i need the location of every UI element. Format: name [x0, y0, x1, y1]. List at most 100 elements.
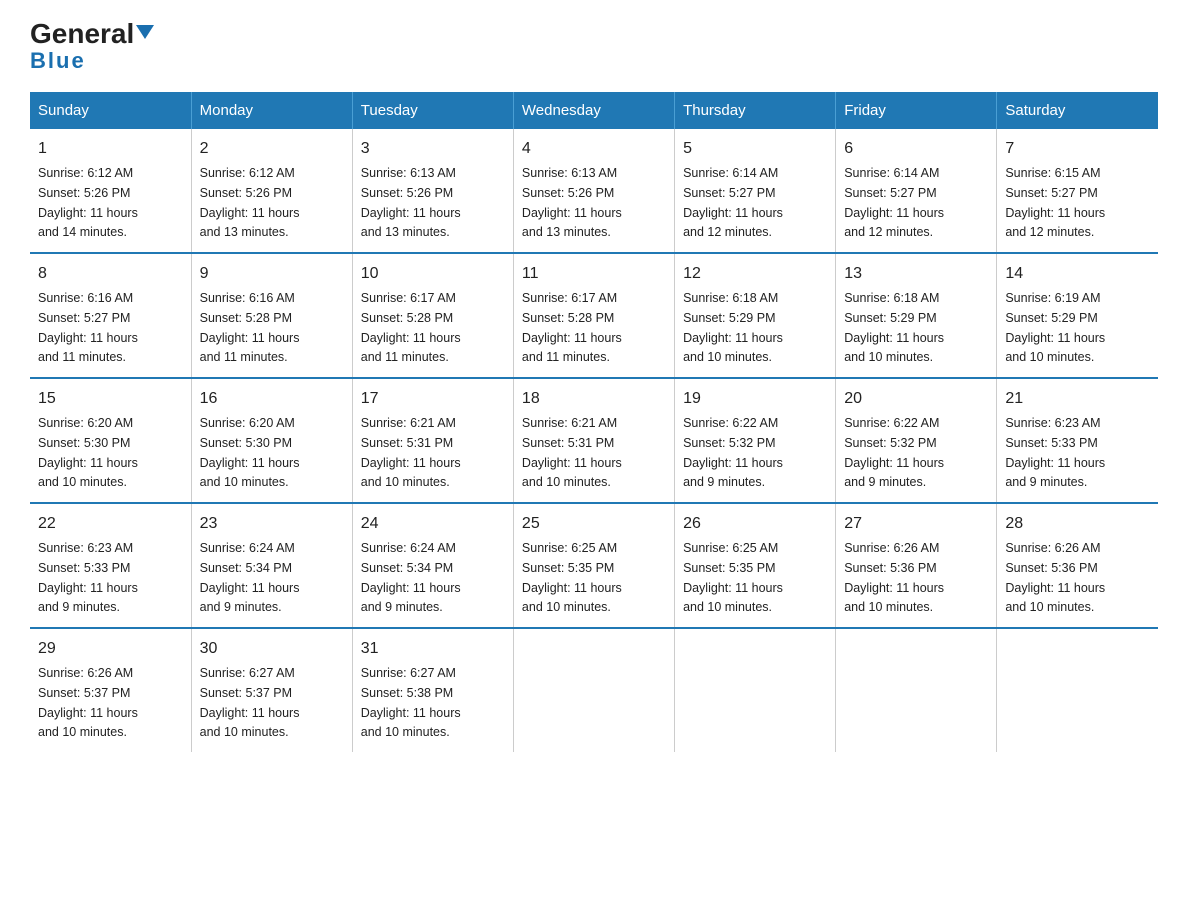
- logo-triangle-icon: [136, 25, 154, 39]
- day-number: 13: [844, 262, 988, 286]
- day-info: Sunrise: 6:13 AMSunset: 5:26 PMDaylight:…: [361, 166, 461, 239]
- day-number: 7: [1005, 137, 1150, 161]
- day-info: Sunrise: 6:16 AMSunset: 5:27 PMDaylight:…: [38, 291, 138, 364]
- calendar-cell: 21 Sunrise: 6:23 AMSunset: 5:33 PMDayligh…: [997, 378, 1158, 503]
- day-info: Sunrise: 6:18 AMSunset: 5:29 PMDaylight:…: [683, 291, 783, 364]
- calendar-cell: 6 Sunrise: 6:14 AMSunset: 5:27 PMDaylight…: [836, 129, 997, 253]
- day-number: 9: [200, 262, 344, 286]
- day-info: Sunrise: 6:27 AMSunset: 5:37 PMDaylight:…: [200, 666, 300, 739]
- calendar-cell: [513, 628, 674, 752]
- calendar-cell: 22 Sunrise: 6:23 AMSunset: 5:33 PMDayligh…: [30, 503, 191, 628]
- calendar-cell: 23 Sunrise: 6:24 AMSunset: 5:34 PMDayligh…: [191, 503, 352, 628]
- calendar-table: SundayMondayTuesdayWednesdayThursdayFrid…: [30, 92, 1158, 752]
- day-info: Sunrise: 6:19 AMSunset: 5:29 PMDaylight:…: [1005, 291, 1105, 364]
- day-number: 19: [683, 387, 827, 411]
- calendar-cell: 26Sunrise: 6:25 AMSunset: 5:35 PMDayligh…: [675, 503, 836, 628]
- day-info: Sunrise: 6:17 AMSunset: 5:28 PMDaylight:…: [361, 291, 461, 364]
- day-number: 16: [200, 387, 344, 411]
- day-info: Sunrise: 6:22 AMSunset: 5:32 PMDaylight:…: [844, 416, 944, 489]
- day-info: Sunrise: 6:15 AMSunset: 5:27 PMDaylight:…: [1005, 166, 1105, 239]
- day-number: 21: [1005, 387, 1150, 411]
- day-number: 17: [361, 387, 505, 411]
- day-info: Sunrise: 6:12 AMSunset: 5:26 PMDaylight:…: [200, 166, 300, 239]
- day-info: Sunrise: 6:12 AMSunset: 5:26 PMDaylight:…: [38, 166, 138, 239]
- calendar-cell: [836, 628, 997, 752]
- calendar-cell: 17Sunrise: 6:21 AMSunset: 5:31 PMDayligh…: [352, 378, 513, 503]
- day-info: Sunrise: 6:14 AMSunset: 5:27 PMDaylight:…: [683, 166, 783, 239]
- calendar-cell: 16 Sunrise: 6:20 AMSunset: 5:30 PMDayligh…: [191, 378, 352, 503]
- calendar-cell: 25 Sunrise: 6:25 AMSunset: 5:35 PMDayligh…: [513, 503, 674, 628]
- day-info: Sunrise: 6:20 AMSunset: 5:30 PMDaylight:…: [38, 416, 138, 489]
- day-info: Sunrise: 6:26 AMSunset: 5:37 PMDaylight:…: [38, 666, 138, 739]
- day-info: Sunrise: 6:22 AMSunset: 5:32 PMDaylight:…: [683, 416, 783, 489]
- calendar-cell: 5 Sunrise: 6:14 AMSunset: 5:27 PMDaylight…: [675, 129, 836, 253]
- day-number: 5: [683, 137, 827, 161]
- calendar-week-row: 22 Sunrise: 6:23 AMSunset: 5:33 PMDayligh…: [30, 503, 1158, 628]
- day-number: 31: [361, 637, 505, 661]
- calendar-cell: 10 Sunrise: 6:17 AMSunset: 5:28 PMDayligh…: [352, 253, 513, 378]
- day-info: Sunrise: 6:26 AMSunset: 5:36 PMDaylight:…: [844, 541, 944, 614]
- calendar-cell: 9 Sunrise: 6:16 AMSunset: 5:28 PMDaylight…: [191, 253, 352, 378]
- calendar-cell: 30 Sunrise: 6:27 AMSunset: 5:37 PMDayligh…: [191, 628, 352, 752]
- day-number: 22: [38, 512, 183, 536]
- day-number: 29: [38, 637, 183, 661]
- header-sunday: Sunday: [30, 92, 191, 129]
- day-number: 24: [361, 512, 505, 536]
- calendar-cell: 28 Sunrise: 6:26 AMSunset: 5:36 PMDayligh…: [997, 503, 1158, 628]
- header-wednesday: Wednesday: [513, 92, 674, 129]
- day-number: 4: [522, 137, 666, 161]
- day-info: Sunrise: 6:26 AMSunset: 5:36 PMDaylight:…: [1005, 541, 1105, 614]
- calendar-week-row: 15Sunrise: 6:20 AMSunset: 5:30 PMDayligh…: [30, 378, 1158, 503]
- calendar-cell: 7 Sunrise: 6:15 AMSunset: 5:27 PMDaylight…: [997, 129, 1158, 253]
- day-number: 20: [844, 387, 988, 411]
- header-friday: Friday: [836, 92, 997, 129]
- day-info: Sunrise: 6:25 AMSunset: 5:35 PMDaylight:…: [522, 541, 622, 614]
- calendar-cell: [675, 628, 836, 752]
- day-number: 25: [522, 512, 666, 536]
- day-info: Sunrise: 6:24 AMSunset: 5:34 PMDaylight:…: [200, 541, 300, 614]
- day-number: 1: [38, 137, 183, 161]
- calendar-cell: 8 Sunrise: 6:16 AMSunset: 5:27 PMDaylight…: [30, 253, 191, 378]
- day-info: Sunrise: 6:13 AMSunset: 5:26 PMDaylight:…: [522, 166, 622, 239]
- calendar-cell: 29 Sunrise: 6:26 AMSunset: 5:37 PMDayligh…: [30, 628, 191, 752]
- header-thursday: Thursday: [675, 92, 836, 129]
- calendar-cell: 4 Sunrise: 6:13 AMSunset: 5:26 PMDaylight…: [513, 129, 674, 253]
- day-number: 2: [200, 137, 344, 161]
- calendar-week-row: 1 Sunrise: 6:12 AMSunset: 5:26 PMDaylight…: [30, 129, 1158, 253]
- day-number: 27: [844, 512, 988, 536]
- calendar-cell: 11Sunrise: 6:17 AMSunset: 5:28 PMDayligh…: [513, 253, 674, 378]
- calendar-week-row: 29 Sunrise: 6:26 AMSunset: 5:37 PMDayligh…: [30, 628, 1158, 752]
- header-saturday: Saturday: [997, 92, 1158, 129]
- day-info: Sunrise: 6:16 AMSunset: 5:28 PMDaylight:…: [200, 291, 300, 364]
- day-number: 10: [361, 262, 505, 286]
- day-info: Sunrise: 6:23 AMSunset: 5:33 PMDaylight:…: [38, 541, 138, 614]
- calendar-cell: 31 Sunrise: 6:27 AMSunset: 5:38 PMDayligh…: [352, 628, 513, 752]
- day-info: Sunrise: 6:27 AMSunset: 5:38 PMDaylight:…: [361, 666, 461, 739]
- logo: General Blue: [30, 20, 154, 74]
- day-number: 18: [522, 387, 666, 411]
- day-number: 28: [1005, 512, 1150, 536]
- calendar-cell: 12Sunrise: 6:18 AMSunset: 5:29 PMDayligh…: [675, 253, 836, 378]
- calendar-cell: 15Sunrise: 6:20 AMSunset: 5:30 PMDayligh…: [30, 378, 191, 503]
- calendar-cell: 27 Sunrise: 6:26 AMSunset: 5:36 PMDayligh…: [836, 503, 997, 628]
- day-number: 3: [361, 137, 505, 161]
- header-tuesday: Tuesday: [352, 92, 513, 129]
- calendar-cell: 14Sunrise: 6:19 AMSunset: 5:29 PMDayligh…: [997, 253, 1158, 378]
- day-number: 6: [844, 137, 988, 161]
- day-info: Sunrise: 6:18 AMSunset: 5:29 PMDaylight:…: [844, 291, 944, 364]
- day-info: Sunrise: 6:14 AMSunset: 5:27 PMDaylight:…: [844, 166, 944, 239]
- day-info: Sunrise: 6:23 AMSunset: 5:33 PMDaylight:…: [1005, 416, 1105, 489]
- day-info: Sunrise: 6:17 AMSunset: 5:28 PMDaylight:…: [522, 291, 622, 364]
- day-number: 8: [38, 262, 183, 286]
- calendar-header-row: SundayMondayTuesdayWednesdayThursdayFrid…: [30, 92, 1158, 129]
- calendar-week-row: 8 Sunrise: 6:16 AMSunset: 5:27 PMDaylight…: [30, 253, 1158, 378]
- day-info: Sunrise: 6:20 AMSunset: 5:30 PMDaylight:…: [200, 416, 300, 489]
- calendar-cell: [997, 628, 1158, 752]
- calendar-cell: 18Sunrise: 6:21 AMSunset: 5:31 PMDayligh…: [513, 378, 674, 503]
- day-number: 23: [200, 512, 344, 536]
- calendar-cell: 3 Sunrise: 6:13 AMSunset: 5:26 PMDaylight…: [352, 129, 513, 253]
- calendar-cell: 20 Sunrise: 6:22 AMSunset: 5:32 PMDayligh…: [836, 378, 997, 503]
- logo-blue: Blue: [30, 48, 86, 74]
- calendar-cell: 19 Sunrise: 6:22 AMSunset: 5:32 PMDayligh…: [675, 378, 836, 503]
- day-number: 30: [200, 637, 344, 661]
